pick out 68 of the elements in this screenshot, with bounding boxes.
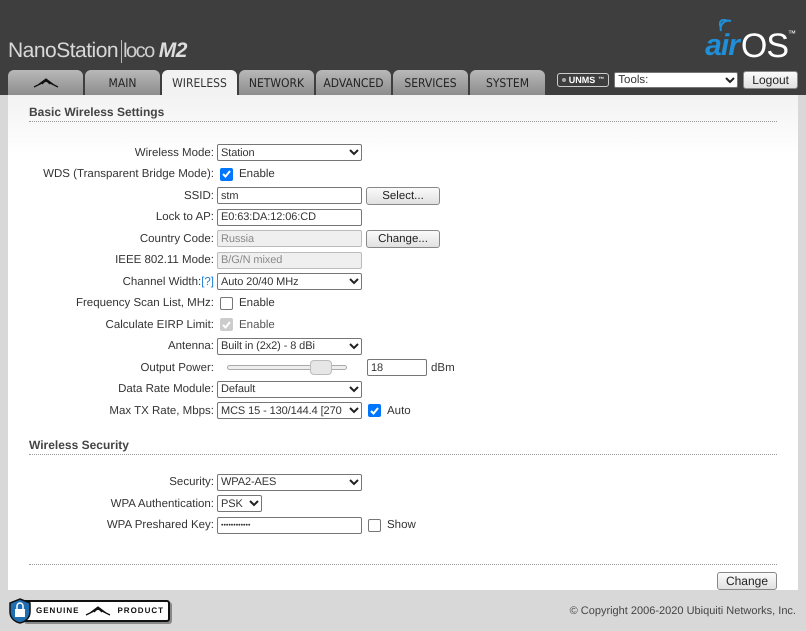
chevron-icon — [349, 407, 359, 414]
field-label: Lock to AP: — [154, 211, 215, 224]
dropdown[interactable]: Station — [217, 144, 362, 162]
dropdown[interactable]: Built in (2x2) - 8 dBi — [217, 338, 362, 355]
logout-button[interactable]: Logout — [743, 71, 798, 89]
field-label: Antenna: — [166, 340, 215, 352]
slider-thumb[interactable] — [310, 360, 332, 376]
checkbox-label: Show — [387, 519, 416, 532]
tab[interactable]: NETWORK — [239, 70, 314, 95]
tab[interactable]: MAIN — [85, 70, 160, 95]
tab[interactable] — [8, 70, 83, 95]
checkbox-label: Enable — [239, 168, 275, 180]
field-label: Channel Width: — [122, 276, 202, 288]
brand-logo: airOS™ — [705, 19, 796, 63]
field-label: WPA Authentication: — [110, 498, 215, 510]
chevron-icon — [349, 149, 359, 156]
checkbox[interactable] — [220, 296, 233, 310]
text-field[interactable]: E0:63:DA:12:06:CD — [217, 208, 362, 226]
field-label: IEEE 802.11 Mode: — [114, 254, 215, 266]
text-field[interactable]: 18 — [367, 359, 427, 376]
field-label: Security: — [168, 476, 215, 488]
section-title: Basic Wireless Settings — [29, 105, 777, 122]
chevron-icon — [349, 342, 359, 350]
unit-label: dBm — [431, 362, 455, 374]
chevron-icon — [349, 478, 359, 486]
field-label: SSID: — [182, 190, 215, 202]
slider[interactable] — [227, 360, 347, 376]
text-field[interactable]: stm — [217, 187, 362, 204]
checkbox[interactable] — [368, 518, 381, 532]
field-label: Max TX Rate, Mbps: — [108, 404, 215, 417]
checkbox[interactable] — [220, 168, 233, 181]
tab[interactable]: SYSTEM — [470, 70, 545, 95]
logo-icon — [85, 606, 112, 616]
checkbox-label: Enable — [239, 318, 275, 331]
field-label: Data Rate Module: — [117, 383, 215, 396]
change-button[interactable]: Change — [716, 572, 777, 590]
checkbox[interactable] — [368, 404, 381, 418]
dropdown[interactable]: PSK — [217, 495, 262, 512]
logo-icon — [32, 78, 58, 88]
tools-dropdown[interactable]: Tools: — [614, 72, 738, 88]
dropdown[interactable]: Auto 20/40 MHz — [217, 273, 362, 290]
dropdown[interactable]: WPA2-AES — [217, 474, 362, 491]
chevron-icon — [725, 76, 736, 84]
checkbox-label: Enable — [239, 297, 275, 310]
field-label: WDS (Transparent Bridge Mode): — [42, 168, 215, 180]
dropdown[interactable]: Default — [217, 380, 362, 398]
help-link[interactable]: [?] — [201, 276, 214, 288]
section-title: Wireless Security — [29, 438, 777, 454]
chevron-icon — [249, 500, 259, 508]
product-logo: NanoStation loco M2 — [8, 39, 187, 63]
checkbox-label: Auto — [387, 404, 411, 417]
tab[interactable]: ADVANCED — [316, 70, 391, 95]
lock-shield-icon — [8, 598, 32, 624]
side-button[interactable]: Select... — [366, 186, 440, 205]
chevron-icon — [349, 278, 359, 286]
copyright-text: © Copyright 2006-2020 Ubiquiti Networks, Inc. — [570, 604, 796, 616]
chevron-icon — [349, 386, 359, 393]
field-label: Wireless Mode: — [134, 146, 215, 159]
field-label: Output Power: — [139, 362, 215, 374]
field-label: Country Code: — [138, 232, 215, 245]
field-label: Calculate EIRP Limit: — [104, 318, 215, 331]
field-label: WPA Preshared Key: — [106, 519, 215, 532]
dropdown[interactable]: MCS 15 - 130/144.4 [270 — [217, 402, 362, 420]
tab[interactable]: SERVICES — [393, 70, 468, 95]
genuine-product-badge: GENUINE PRODUCT — [22, 600, 170, 622]
tab[interactable]: WIRELESS — [162, 70, 237, 95]
unms-badge[interactable]: UNMS $^{™}$ — [556, 73, 610, 87]
field-label: Frequency Scan List, MHz: — [74, 297, 215, 310]
